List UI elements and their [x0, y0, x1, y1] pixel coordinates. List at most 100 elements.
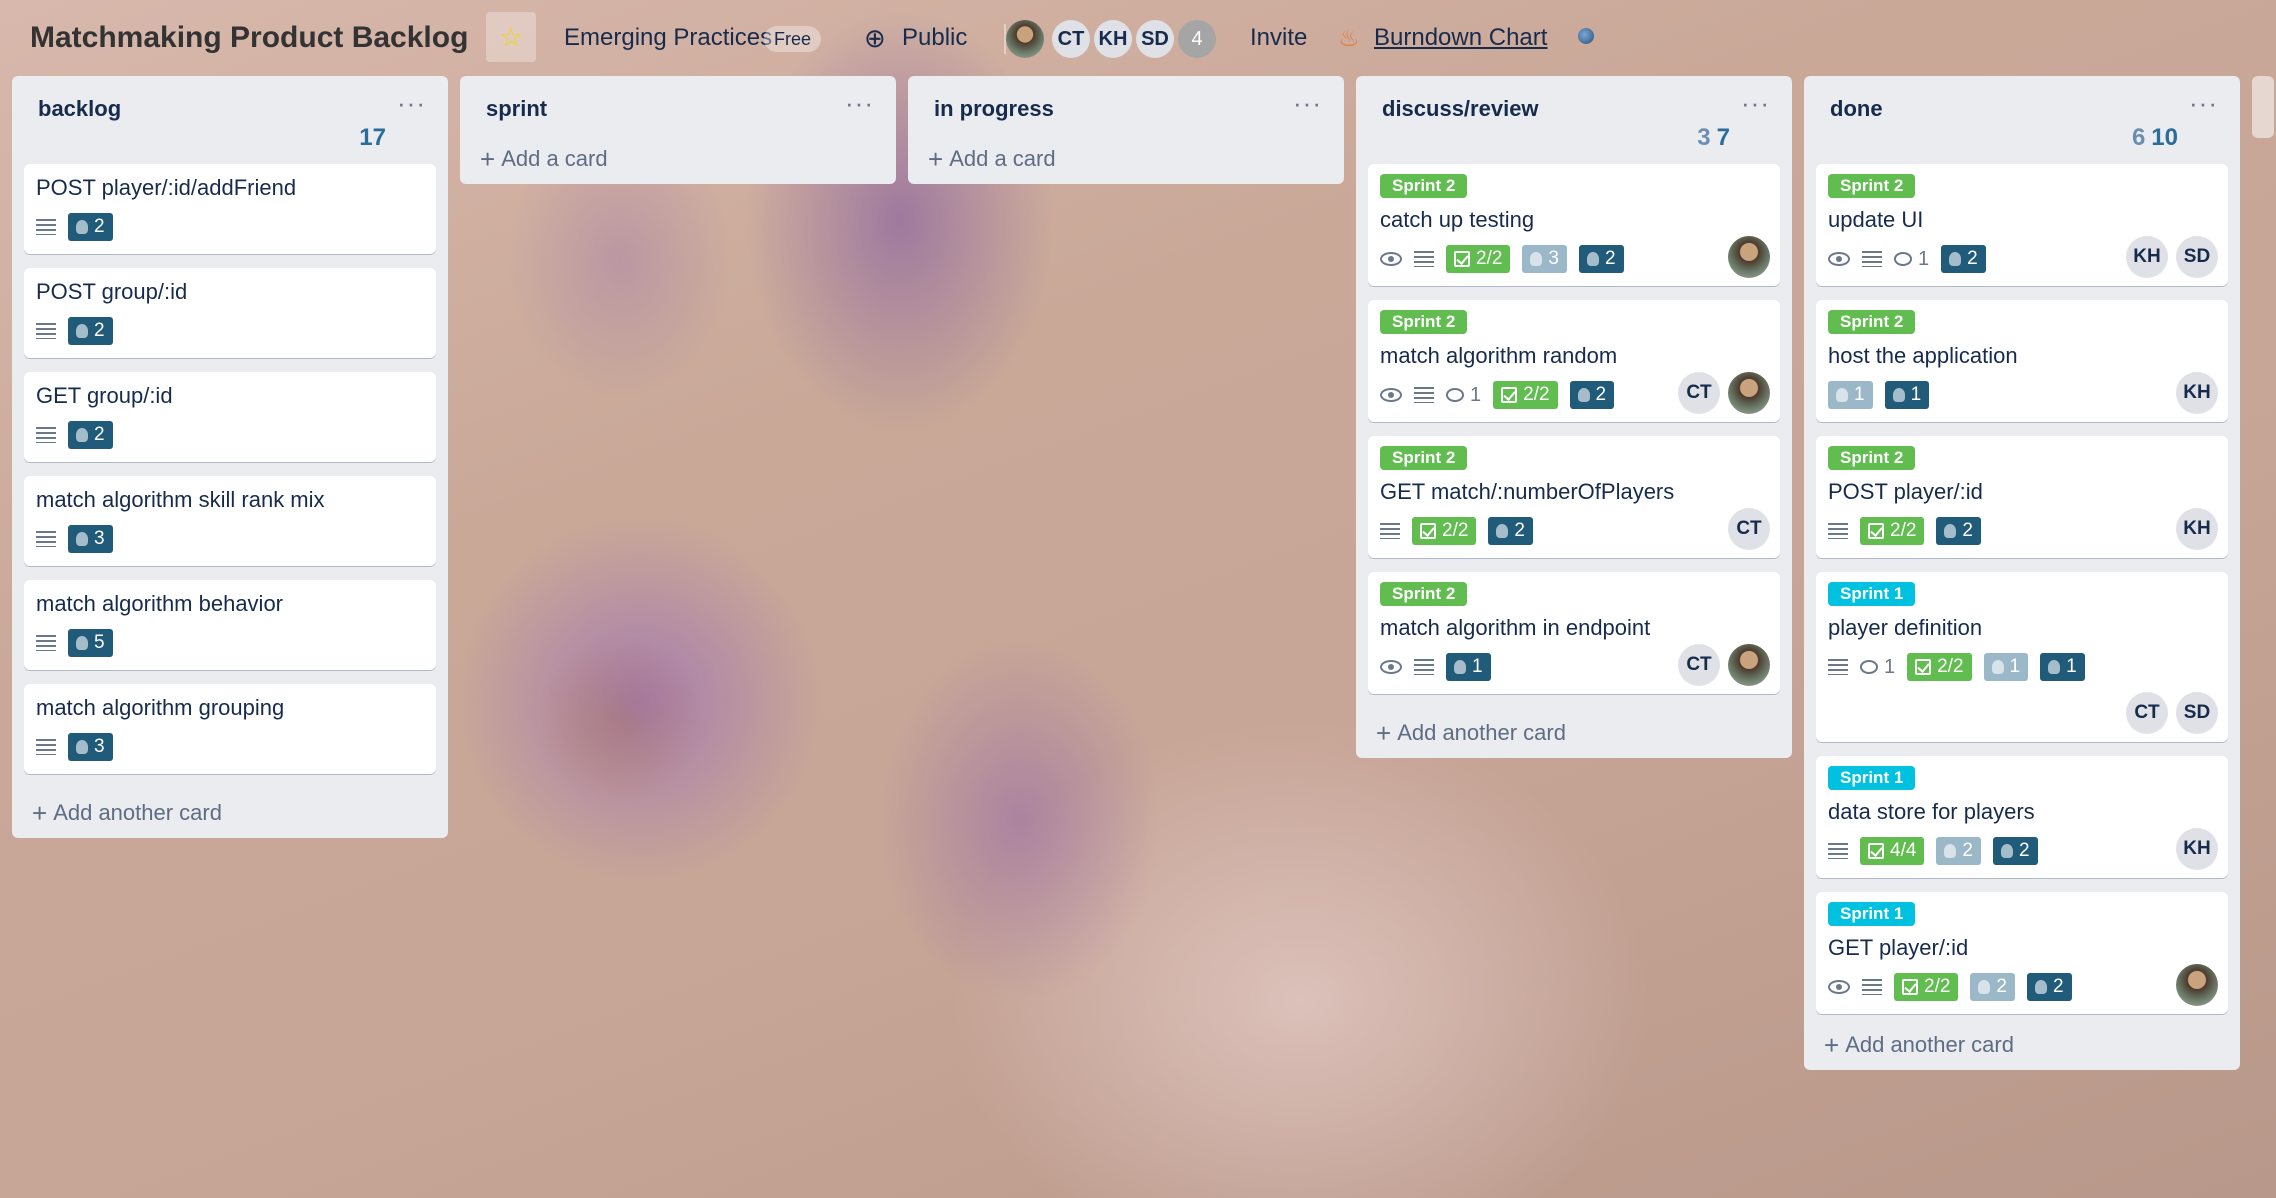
- member-avatar-photo[interactable]: [2176, 964, 2218, 1006]
- eye-icon: [1380, 252, 1402, 266]
- description-icon: [1414, 659, 1434, 675]
- burndown-chart-link[interactable]: Burndown Chart: [1374, 0, 1547, 76]
- card-title: match algorithm grouping: [36, 695, 285, 720]
- checkbox-icon: [1902, 979, 1918, 995]
- add-card-button[interactable]: + Add a card: [472, 146, 884, 172]
- member-avatar-ct[interactable]: CT: [1728, 508, 1770, 550]
- list-menu-icon[interactable]: ···: [397, 88, 426, 119]
- card-label: Sprint 2: [1380, 446, 1468, 470]
- card-title: player definition: [1828, 615, 1983, 640]
- points-badge: 2: [68, 317, 113, 345]
- checklist-badge: 2/2: [1493, 381, 1558, 409]
- bulb-icon: [2001, 844, 2013, 858]
- card-label: Sprint 2: [1380, 582, 1468, 606]
- member-avatar-sd[interactable]: SD: [1136, 20, 1174, 58]
- list-discuss-review: discuss/review ··· 37 Sprint 2 catch up …: [1356, 76, 1792, 758]
- bulb-icon: [1496, 524, 1509, 538]
- member-avatar-photo[interactable]: [1728, 236, 1770, 278]
- card[interactable]: Sprint 2 match algorithm in endpoint 1 C…: [1368, 572, 1780, 694]
- member-avatar-kh[interactable]: KH: [1094, 20, 1132, 58]
- list-menu-icon[interactable]: ···: [845, 88, 874, 119]
- card[interactable]: Sprint 2 match algorithm random 1 2/2 2 …: [1368, 300, 1780, 422]
- card-title: match algorithm skill rank mix: [36, 487, 325, 512]
- list-title[interactable]: done: [1830, 96, 1883, 122]
- card-title: update UI: [1828, 207, 1924, 232]
- fire-icon: ♨: [1338, 24, 1360, 52]
- card[interactable]: Sprint 2 POST player/:id 2/2 2 KH: [1816, 436, 2228, 558]
- plus-icon: +: [480, 144, 496, 174]
- member-avatar-ct[interactable]: CT: [1678, 644, 1720, 686]
- card[interactable]: POST player/:id/addFriend 2: [24, 164, 436, 254]
- member-avatar-photo[interactable]: [1728, 372, 1770, 414]
- checklist-badge: 2/2: [1412, 517, 1477, 545]
- star-icon[interactable]: ☆: [486, 12, 536, 62]
- add-card-button[interactable]: + Add another card: [1368, 708, 1780, 746]
- member-avatar-kh[interactable]: KH: [2176, 372, 2218, 414]
- card[interactable]: GET group/:id 2: [24, 372, 436, 462]
- list-menu-icon[interactable]: ···: [1293, 88, 1322, 119]
- team-name[interactable]: Emerging Practices: [564, 0, 772, 76]
- description-icon: [36, 219, 56, 235]
- card[interactable]: Sprint 1 data store for players 4/4 2 2 …: [1816, 756, 2228, 878]
- description-icon: [1380, 523, 1400, 539]
- add-card-button[interactable]: + Add another card: [1816, 1028, 2228, 1058]
- card[interactable]: POST group/:id 2: [24, 268, 436, 358]
- list-title[interactable]: discuss/review: [1382, 96, 1539, 122]
- card[interactable]: Sprint 1 GET player/:id 2/2 2 2: [1816, 892, 2228, 1014]
- member-avatar-sd[interactable]: SD: [2176, 692, 2218, 734]
- card[interactable]: match algorithm behavior 5: [24, 580, 436, 670]
- points-badge: 2: [68, 213, 113, 241]
- points-badge-light: 2: [1970, 973, 2015, 1001]
- member-avatar-kh[interactable]: KH: [2176, 828, 2218, 870]
- member-avatar-photo[interactable]: [1728, 644, 1770, 686]
- card[interactable]: Sprint 2 GET match/:numberOfPlayers 2/2 …: [1368, 436, 1780, 558]
- powerup-icon[interactable]: [1578, 28, 1594, 44]
- plan-badge: Free: [764, 26, 822, 52]
- member-avatar-photo[interactable]: [1006, 20, 1044, 58]
- bulb-icon: [76, 532, 88, 546]
- comment-icon: [1446, 388, 1464, 402]
- card-title: GET group/:id: [36, 383, 173, 408]
- checkbox-icon: [1454, 251, 1470, 267]
- member-avatar-kh[interactable]: KH: [2126, 236, 2168, 278]
- visibility-button[interactable]: Public: [902, 0, 967, 76]
- card[interactable]: match algorithm skill rank mix 3: [24, 476, 436, 566]
- card-label: Sprint 2: [1828, 174, 1916, 198]
- list-backlog: backlog ··· 17 POST player/:id/addFriend…: [12, 76, 448, 838]
- invite-button[interactable]: Invite: [1250, 0, 1307, 76]
- list-menu-icon[interactable]: ···: [1741, 88, 1770, 119]
- card-title: data store for players: [1828, 799, 2035, 824]
- list-title[interactable]: in progress: [934, 96, 1054, 122]
- list-title[interactable]: backlog: [38, 96, 121, 122]
- list-sprint: sprint ··· + Add a card: [460, 76, 896, 184]
- bulb-icon: [76, 636, 88, 650]
- member-overflow-count[interactable]: 4: [1178, 20, 1216, 58]
- points-badge: 2: [1941, 245, 1986, 273]
- list-in-progress: in progress ··· + Add a card: [908, 76, 1344, 184]
- card[interactable]: Sprint 2 update UI 1 2 KH SD: [1816, 164, 2228, 286]
- card-label: Sprint 2: [1380, 310, 1468, 334]
- card[interactable]: match algorithm grouping 3: [24, 684, 436, 774]
- list-done: done ··· 6 10 Sprint 2 update UI 1 2 KH SD…: [1804, 76, 2240, 1070]
- member-avatar-ct[interactable]: CT: [1678, 372, 1720, 414]
- add-card-button[interactable]: + Add a card: [920, 146, 1332, 172]
- checkbox-icon: [1868, 523, 1884, 539]
- checklist-badge: 2/2: [1894, 973, 1959, 1001]
- list-menu-icon[interactable]: ···: [2189, 88, 2218, 119]
- card-label: Sprint 1: [1828, 766, 1916, 790]
- member-avatar-ct[interactable]: CT: [2126, 692, 2168, 734]
- card-title: match algorithm random: [1380, 343, 1618, 368]
- add-card-button[interactable]: + Add another card: [24, 788, 436, 826]
- card[interactable]: Sprint 2 host the application 1 1 KH: [1816, 300, 2228, 422]
- member-avatar-ct[interactable]: CT: [1052, 20, 1090, 58]
- member-avatar-kh[interactable]: KH: [2176, 508, 2218, 550]
- card-title: POST player/:id: [1828, 479, 1983, 504]
- list-title[interactable]: sprint: [486, 96, 547, 122]
- card[interactable]: Sprint 2 catch up testing 2/2 3 2: [1368, 164, 1780, 286]
- card[interactable]: Sprint 1 player definition 1 2/2 1 1 CT S…: [1816, 572, 2228, 742]
- board-header: Matchmaking Product Backlog ☆ Emerging P…: [0, 0, 2276, 76]
- plus-icon: +: [1824, 1030, 1840, 1060]
- board-scrollbar[interactable]: [2252, 76, 2274, 138]
- board-title[interactable]: Matchmaking Product Backlog: [30, 0, 468, 76]
- member-avatar-sd[interactable]: SD: [2176, 236, 2218, 278]
